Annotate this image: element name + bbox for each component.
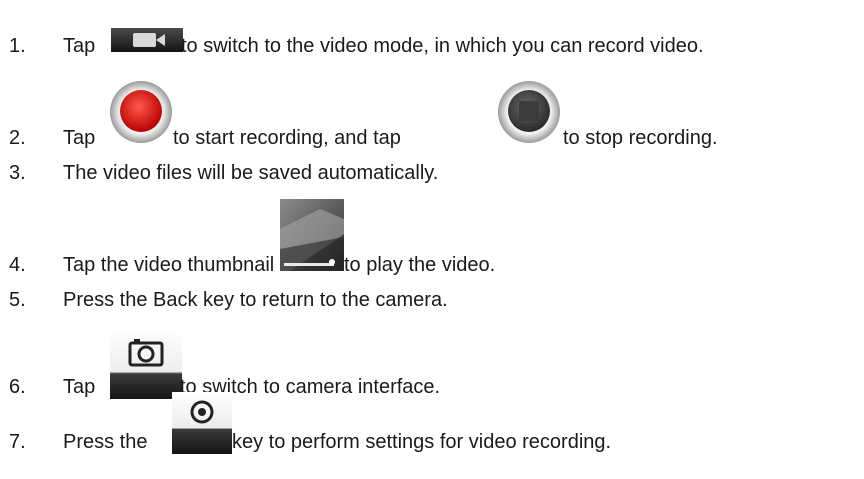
step-text-before: Tap [63, 127, 96, 149]
camera-icon [110, 327, 182, 399]
step-text-before: Tap [63, 35, 96, 57]
step-text-middle: to start recording, and tap [173, 127, 401, 149]
step-text: Press the Back key to return to the came… [63, 289, 448, 311]
step-text-before: Tap [63, 376, 96, 398]
record-icon [109, 80, 173, 144]
step-text-after: to play the video. [344, 254, 496, 276]
step-number: 7. [9, 431, 26, 453]
step-text-after: key to perform settings for video record… [232, 431, 612, 453]
step-text-before: Tap the video thumbnail [63, 254, 275, 276]
step-text: The video files will be saved automatica… [63, 162, 439, 184]
step-number: 6. [9, 376, 26, 398]
step-text-after: to stop recording. [563, 127, 718, 149]
step-text-before: Press the [63, 431, 148, 453]
step-number: 4. [9, 254, 26, 276]
instruction-page: 1. Tap to switch to the video mode, in w… [0, 0, 864, 479]
settings-icon [172, 392, 232, 454]
video-thumbnail-icon [280, 199, 344, 271]
step-number: 2. [9, 127, 26, 149]
video-camera-icon [111, 28, 183, 52]
step-number: 3. [9, 162, 26, 184]
step-number: 5. [9, 289, 26, 311]
step-text-after: to switch to the video mode, in which yo… [181, 35, 704, 57]
step-number: 1. [9, 35, 26, 57]
stop-icon [497, 80, 561, 144]
